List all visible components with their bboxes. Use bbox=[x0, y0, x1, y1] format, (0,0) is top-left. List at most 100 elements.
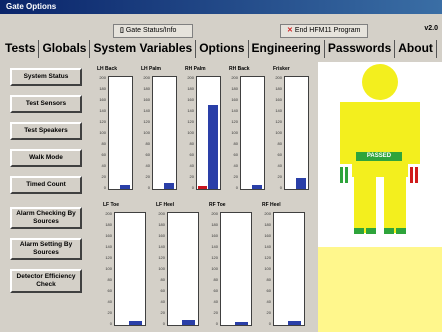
gauge-frisker: Frisker 200 180 160 140 120 100 80 60 40 20 0 bbox=[271, 66, 311, 194]
tick-label: 0 bbox=[162, 321, 165, 326]
tick-label: 60 bbox=[189, 152, 194, 157]
gauge-lf-heel: LF Heel 200 180 160 140 120 100 80 60 40 20 0 bbox=[154, 202, 201, 330]
tick-label: 0 bbox=[235, 185, 238, 190]
gauge-plot bbox=[152, 76, 177, 190]
tick-label: 80 bbox=[101, 141, 106, 146]
tab-engineering[interactable]: Engineering bbox=[249, 40, 325, 58]
gauge-plot bbox=[167, 212, 199, 326]
tick-label: 160 bbox=[143, 97, 150, 102]
tick-label: 80 bbox=[266, 277, 271, 282]
sensor-gauges: LH Back 200 180 160 140 120 100 80 60 40 20 0 LH Pal… bbox=[93, 62, 317, 330]
gauge-label: RF Toe bbox=[209, 202, 226, 208]
tick-label: 40 bbox=[189, 163, 194, 168]
detector-efficiency-check-button[interactable]: Detector Efficiency Check bbox=[10, 269, 82, 293]
tick-label: 0 bbox=[279, 185, 282, 190]
tick-label: 180 bbox=[211, 222, 218, 227]
tick-label: 200 bbox=[158, 211, 165, 216]
tick-label: 180 bbox=[264, 222, 271, 227]
figure-right-leg bbox=[384, 175, 406, 233]
version-label: v2.0 bbox=[424, 25, 438, 32]
tick-label: 180 bbox=[231, 86, 238, 91]
tick-label: 120 bbox=[231, 119, 238, 124]
tick-label: 20 bbox=[277, 174, 282, 179]
gauge-label: LF Toe bbox=[103, 202, 120, 208]
tick-label: 60 bbox=[233, 152, 238, 157]
tick-label: 40 bbox=[107, 299, 112, 304]
gauge-bar bbox=[296, 178, 306, 189]
left-hand-back-indicator bbox=[340, 167, 343, 183]
tick-label: 100 bbox=[264, 266, 271, 271]
gauge-lh-back: LH Back 200 180 160 140 120 100 80 60 40 20 0 bbox=[95, 66, 135, 194]
tick-label: 120 bbox=[158, 255, 165, 260]
tick-label: 80 bbox=[277, 141, 282, 146]
tick-label: 0 bbox=[215, 321, 218, 326]
tab-passwords[interactable]: Passwords bbox=[325, 40, 396, 58]
tick-label: 140 bbox=[187, 108, 194, 113]
gauge-bar bbox=[208, 105, 218, 189]
right-hand-back-indicator bbox=[415, 167, 418, 183]
gauge-plot bbox=[108, 76, 133, 190]
timed-count-button[interactable]: Timed Count bbox=[10, 176, 82, 194]
tick-label: 140 bbox=[99, 108, 106, 113]
alarm-checking-by-sources-button[interactable]: Alarm Checking By Sources bbox=[10, 207, 82, 229]
gate-status-button[interactable]: ▯ Gate Status/Info bbox=[113, 24, 193, 38]
tick-label: 140 bbox=[264, 244, 271, 249]
system-status-button[interactable]: System Status bbox=[10, 68, 82, 86]
test-sensors-button[interactable]: Test Sensors bbox=[10, 95, 82, 113]
tick-label: 140 bbox=[275, 108, 282, 113]
tab-system-variables[interactable]: System Variables bbox=[90, 40, 197, 58]
tick-label: 20 bbox=[189, 174, 194, 179]
tick-label: 20 bbox=[213, 310, 218, 315]
tick-label: 160 bbox=[187, 97, 194, 102]
right-hand-palm-indicator bbox=[410, 167, 413, 183]
gauge-label: LH Back bbox=[97, 66, 118, 72]
tick-label: 160 bbox=[105, 233, 112, 238]
tick-label: 200 bbox=[275, 75, 282, 80]
walk-mode-button[interactable]: Walk Mode bbox=[10, 149, 82, 167]
tick-label: 120 bbox=[143, 119, 150, 124]
gauge-bar bbox=[120, 185, 130, 189]
tab-options[interactable]: Options bbox=[196, 40, 249, 58]
gauge-alarm-bar bbox=[198, 186, 207, 189]
tab-about[interactable]: About bbox=[395, 40, 437, 58]
tick-label: 80 bbox=[160, 277, 165, 282]
tick-label: 180 bbox=[158, 222, 165, 227]
tick-label: 0 bbox=[268, 321, 271, 326]
tick-label: 140 bbox=[211, 244, 218, 249]
tick-label: 200 bbox=[187, 75, 194, 80]
door-icon: ▯ bbox=[120, 27, 124, 34]
figure-head bbox=[362, 64, 398, 100]
figure-left-arm bbox=[340, 102, 354, 164]
gauge-rh-palm: RH Palm 200 180 160 140 120 100 80 60 40 20 0 bbox=[183, 66, 223, 194]
gauge-axis: 200 180 160 140 120 100 80 60 40 20 0 bbox=[154, 212, 166, 326]
tab-tests[interactable]: Tests bbox=[2, 40, 40, 58]
tick-label: 160 bbox=[275, 97, 282, 102]
tick-label: 180 bbox=[105, 222, 112, 227]
tick-label: 200 bbox=[264, 211, 271, 216]
tick-label: 160 bbox=[264, 233, 271, 238]
tick-label: 180 bbox=[99, 86, 106, 91]
tick-label: 60 bbox=[160, 288, 165, 293]
tick-label: 100 bbox=[231, 130, 238, 135]
left-hand-palm-indicator bbox=[345, 167, 348, 183]
gate-status-label: Gate Status/Info bbox=[125, 27, 177, 34]
tick-label: 160 bbox=[211, 233, 218, 238]
left-foot-toe-indicator bbox=[354, 228, 364, 234]
gauge-label: RF Heel bbox=[262, 202, 281, 208]
tick-label: 160 bbox=[158, 233, 165, 238]
end-program-label: End HFM11 Program bbox=[294, 27, 361, 34]
test-speakers-button[interactable]: Test Speakers bbox=[10, 122, 82, 140]
gauge-plot bbox=[220, 212, 252, 326]
alarm-setting-by-sources-button[interactable]: Alarm Setting By Sources bbox=[10, 238, 82, 260]
end-program-button[interactable]: ✕ End HFM11 Program bbox=[280, 24, 368, 38]
right-foot-heel-indicator bbox=[396, 228, 406, 234]
tab-globals[interactable]: Globals bbox=[39, 40, 91, 58]
tick-label: 40 bbox=[101, 163, 106, 168]
tick-label: 60 bbox=[266, 288, 271, 293]
gauge-bar bbox=[129, 321, 142, 325]
pass-status-badge: PASSED bbox=[356, 152, 402, 161]
gauge-axis: 200 180 160 140 120 100 80 60 40 20 0 bbox=[271, 76, 283, 190]
left-foot-heel-indicator bbox=[366, 228, 376, 234]
gauge-plot bbox=[284, 76, 309, 190]
gauge-label: LH Palm bbox=[141, 66, 162, 72]
